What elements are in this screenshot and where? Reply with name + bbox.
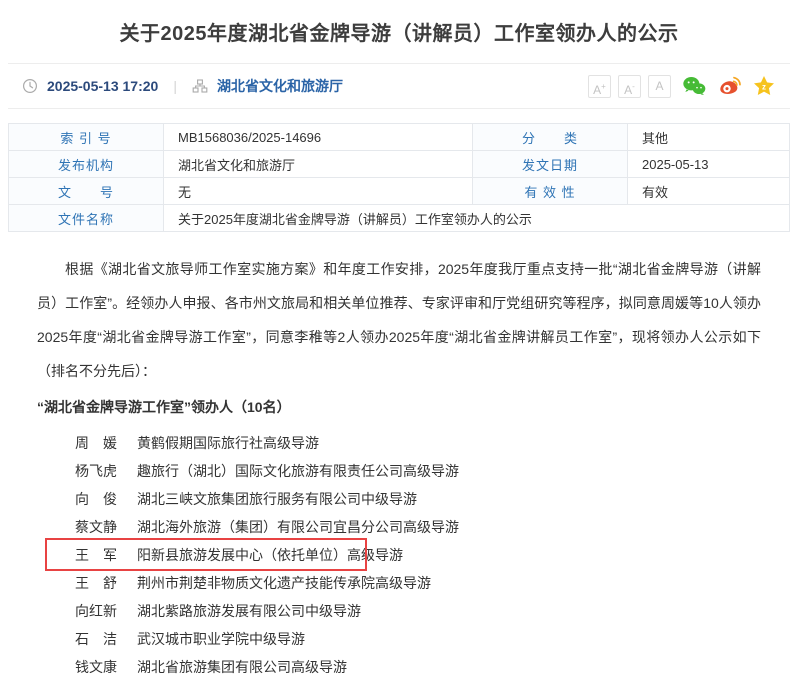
source-link[interactable]: 湖北省文化和旅游厅 [217, 76, 343, 96]
leader-org: 湖北紫路旅游发展有限公司中级导游 [137, 597, 361, 625]
leader-org: 湖北三峡文旅集团旅行服务有限公司中级导游 [137, 485, 417, 513]
page-header: 关于2025年度湖北省金牌导游（讲解员）工作室领办人的公示 [0, 0, 798, 63]
leader-name: 石 洁 [75, 625, 122, 653]
leader-name: 钱文康 [75, 653, 122, 681]
info-label-doc-number: 文 号 [9, 178, 164, 205]
font-increase-button[interactable]: A+ [588, 75, 611, 98]
leader-name: 王 舒 [75, 569, 122, 597]
font-decrease-button[interactable]: A- [618, 75, 641, 98]
info-value-category: 其他 [628, 124, 790, 151]
table-row: 文件名称 关于2025年度湖北省金牌导游（讲解员）工作室领办人的公示 [9, 205, 790, 232]
weibo-share-icon[interactable] [717, 74, 741, 98]
wechat-share-icon[interactable] [682, 74, 706, 98]
article-body: 根据《湖北省文旅导师工作室实施方案》和年度工作安排，2025年度我厅重点支持一批… [37, 252, 761, 681]
list-item: 向 俊 湖北三峡文旅集团旅行服务有限公司中级导游 [37, 485, 761, 513]
leader-name: 向 俊 [75, 485, 122, 513]
list-item: 钱文康 湖北省旅游集团有限公司高级导游 [37, 653, 761, 681]
qzone-star-icon[interactable]: z [752, 74, 776, 98]
leader-org: 武汉城市职业学院中级导游 [137, 625, 305, 653]
list-item: 石 洁 武汉城市职业学院中级导游 [37, 625, 761, 653]
leader-name: 周 媛 [75, 429, 122, 457]
list-item: 蔡文静 湖北海外旅游（集团）有限公司宜昌分公司高级导游 [37, 513, 761, 541]
info-label-file-name: 文件名称 [9, 205, 164, 232]
leader-name: 向红新 [75, 597, 122, 625]
table-row: 索 引 号 MB1568036/2025-14696 分 类 其他 [9, 124, 790, 151]
organization-icon [192, 78, 208, 94]
list-item-highlighted: 王 军 阳新县旅游发展中心（依托单位）高级导游 [37, 541, 761, 569]
publish-datetime: 2025-05-13 17:20 [47, 78, 158, 94]
leader-name: 王 军 [75, 541, 122, 569]
info-value-doc-number: 无 [164, 178, 473, 205]
meta-bar: 2025-05-13 17:20 | 湖北省文化和旅游厅 A+ A- A [8, 63, 790, 109]
info-label-index: 索 引 号 [9, 124, 164, 151]
table-row: 发布机构 湖北省文化和旅游厅 发文日期 2025-05-13 [9, 151, 790, 178]
page-title: 关于2025年度湖北省金牌导游（讲解员）工作室领办人的公示 [40, 17, 758, 46]
leader-list: 周 媛 黄鹤假期国际旅行社高级导游 杨飞虎 趣旅行（湖北）国际文化旅游有限责任公… [37, 429, 761, 681]
announcement-page: 关于2025年度湖北省金牌导游（讲解员）工作室领办人的公示 2025-05-13… [0, 0, 798, 579]
leader-name: 蔡文静 [75, 513, 122, 541]
info-label-validity: 有 效 性 [473, 178, 628, 205]
info-label-category: 分 类 [473, 124, 628, 151]
meta-left: 2025-05-13 17:20 | 湖北省文化和旅游厅 [22, 76, 343, 96]
list-item: 向红新 湖北紫路旅游发展有限公司中级导游 [37, 597, 761, 625]
leader-org: 湖北省旅游集团有限公司高级导游 [137, 653, 347, 681]
list-item: 王 舒 荆州市荆楚非物质文化遗产技能传承院高级导游 [37, 569, 761, 597]
section-heading: “湖北省金牌导游工作室”领办人（10名） [37, 390, 761, 424]
info-value-index: MB1568036/2025-14696 [164, 124, 473, 151]
list-item: 周 媛 黄鹤假期国际旅行社高级导游 [37, 429, 761, 457]
info-label-agency: 发布机构 [9, 151, 164, 178]
leader-org: 荆州市荆楚非物质文化遗产技能传承院高级导游 [137, 569, 431, 597]
leader-org: 黄鹤假期国际旅行社高级导游 [137, 429, 319, 457]
font-reset-button[interactable]: A [648, 75, 671, 98]
info-value-file-name: 关于2025年度湖北省金牌导游（讲解员）工作室领办人的公示 [164, 205, 790, 232]
leader-org: 阳新县旅游发展中心（依托单位）高级导游 [137, 541, 403, 569]
list-item: 杨飞虎 趣旅行（湖北）国际文化旅游有限责任公司高级导游 [37, 457, 761, 485]
svg-text:z: z [762, 83, 766, 92]
clock-icon [22, 78, 38, 94]
announcement-paragraph: 根据《湖北省文旅导师工作室实施方案》和年度工作安排，2025年度我厅重点支持一批… [37, 252, 761, 388]
info-value-agency: 湖北省文化和旅游厅 [164, 151, 473, 178]
leader-name: 杨飞虎 [75, 457, 122, 485]
document-info-table: 索 引 号 MB1568036/2025-14696 分 类 其他 发布机构 湖… [8, 123, 790, 232]
table-row: 文 号 无 有 效 性 有效 [9, 178, 790, 205]
info-value-issue-date: 2025-05-13 [628, 151, 790, 178]
leader-org: 湖北海外旅游（集团）有限公司宜昌分公司高级导游 [137, 513, 459, 541]
meta-toolbar: A+ A- A [588, 74, 776, 98]
separator: | [167, 78, 183, 94]
info-label-issue-date: 发文日期 [473, 151, 628, 178]
info-value-validity: 有效 [628, 178, 790, 205]
leader-org: 趣旅行（湖北）国际文化旅游有限责任公司高级导游 [137, 457, 459, 485]
